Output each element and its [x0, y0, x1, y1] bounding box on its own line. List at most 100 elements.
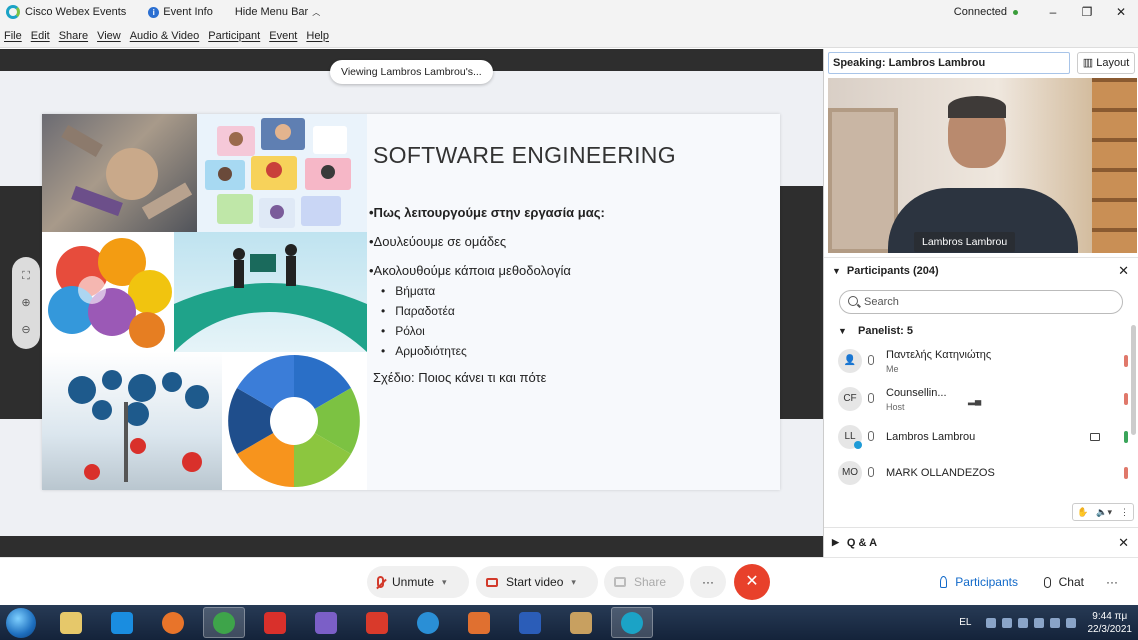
system-tray: EL 9:44 πμ 22/3/2021 — [959, 605, 1138, 640]
speaker-dropdown-icon[interactable]: 🔈▾ — [1096, 507, 1112, 518]
participants-panel-header[interactable]: ▼ Participants (204) ✕ — [824, 257, 1138, 283]
close-participants-icon[interactable]: ✕ — [1118, 263, 1129, 279]
tray-icon[interactable] — [1001, 617, 1012, 628]
share-label: Share — [634, 575, 667, 589]
taskbar-app-button[interactable] — [254, 607, 296, 638]
tray-icon[interactable] — [1033, 617, 1044, 628]
leave-button[interactable]: ✕ — [734, 564, 770, 600]
start-button[interactable] — [6, 607, 36, 638]
participants-icon — [940, 576, 948, 588]
menu-edit[interactable]: Edit — [31, 30, 50, 42]
presentation-slide: SOFTWARE ENGINEERING •Πως λειτουργούμε σ… — [42, 114, 780, 490]
participant-row[interactable]: LL Lambros Lambrou — [838, 421, 1128, 455]
internet-explorer-icon — [111, 611, 133, 634]
volume-icon[interactable] — [1065, 617, 1076, 628]
stage-band-bottom — [0, 536, 823, 557]
taskbar-app-button[interactable] — [101, 607, 143, 638]
taskbar-app-button[interactable] — [305, 607, 347, 638]
layout-label: Layout — [1096, 57, 1130, 69]
participants-scrollbar[interactable] — [1131, 325, 1136, 435]
chevron-down-icon[interactable]: ▾ — [442, 566, 447, 598]
bullet-methodology: •Ακολουθούμε κάποια μεθοδολογία — [369, 263, 571, 278]
clock[interactable]: 9:44 πμ 22/3/2021 — [1088, 610, 1133, 636]
info-icon: i — [148, 6, 160, 18]
participants-count: Participants (204) — [846, 264, 939, 277]
taskbar-app-button[interactable] — [560, 607, 602, 638]
layout-button[interactable]: ▥ Layout — [1077, 52, 1135, 74]
chevron-down-icon: ▼ — [838, 326, 847, 336]
qa-panel-header[interactable]: ▶ Q & A ✕ — [824, 527, 1138, 557]
taskbar-app-button[interactable] — [509, 607, 551, 638]
taskbar-apps — [50, 607, 662, 638]
speaker-video-tile[interactable]: Lambros Lambrou — [828, 78, 1137, 253]
raise-hand-icon[interactable]: ✋ — [1077, 507, 1088, 518]
presenter-badge-icon — [854, 441, 862, 449]
search-icon — [848, 296, 858, 306]
menu-share[interactable]: Share — [59, 30, 88, 42]
restore-button[interactable]: ❐ — [1070, 5, 1104, 19]
taskbar-app-button[interactable] — [50, 607, 92, 638]
chevron-down-icon[interactable]: ▾ — [571, 566, 576, 598]
menu-participant[interactable]: Participant — [208, 30, 260, 42]
speaking-indicator: Speaking: Lambros Lambrou — [828, 52, 1070, 74]
hide-menu-bar-button[interactable]: Hide Menu Bar ︿ — [235, 6, 320, 18]
tray-icon[interactable] — [985, 617, 996, 628]
signal-bars-icon: ▂▄ — [968, 395, 982, 405]
network-icon[interactable] — [1049, 617, 1060, 628]
mp3-player-icon — [264, 611, 286, 634]
sub-bullet-responsibilities: Αρμοδιότητες — [381, 345, 605, 357]
taskbar-app-button[interactable] — [203, 607, 245, 638]
chat-button[interactable]: Chat — [1034, 566, 1094, 598]
viewing-indicator[interactable]: Viewing Lambros Lambrou's... — [330, 60, 493, 84]
language-indicator[interactable]: EL — [959, 617, 971, 628]
taskbar-app-button[interactable] — [356, 607, 398, 638]
gears-teamwork-image — [42, 352, 222, 490]
tray-icon[interactable] — [1017, 617, 1028, 628]
event-info-label: Event Info — [163, 6, 213, 18]
camera-off-icon — [486, 577, 498, 587]
camera-icon — [1090, 433, 1100, 441]
menu-audio-video[interactable]: Audio & Video — [130, 30, 200, 42]
taskbar-app-button[interactable] — [458, 607, 500, 638]
webex-window: Cisco Webex Events i Event Info Hide Men… — [0, 0, 1138, 640]
participants-button[interactable]: Participants — [930, 566, 1028, 598]
window-controls: Connected – ❐ ✕ — [954, 0, 1138, 24]
close-qa-icon[interactable]: ✕ — [1118, 535, 1129, 551]
close-window-button[interactable]: ✕ — [1104, 5, 1138, 19]
taskbar-app-button[interactable] — [611, 607, 653, 638]
zoom-in-icon[interactable]: ⊕ — [19, 296, 33, 310]
event-info-button[interactable]: i Event Info — [148, 6, 213, 18]
taskbar-app-button[interactable] — [407, 607, 449, 638]
start-video-button[interactable]: Start video ▾ — [476, 566, 598, 598]
clock-time: 9:44 πμ — [1092, 610, 1128, 622]
background-bookshelf — [1092, 78, 1137, 253]
share-screen-icon — [614, 577, 626, 587]
share-button[interactable]: Share — [604, 566, 684, 598]
more-options-icon[interactable]: ⋮ — [1120, 507, 1129, 518]
participant-row[interactable]: MO MARK OLLANDEZOS — [838, 457, 1128, 491]
participant-row[interactable]: 👤 Παντελής Κατηνιώτης Me — [838, 345, 1128, 379]
menu-file[interactable]: File — [4, 30, 22, 42]
methodology-wheel-image — [222, 352, 367, 490]
menu-event[interactable]: Event — [269, 30, 297, 42]
powerpoint-icon — [468, 611, 490, 634]
unmute-button[interactable]: Unmute ▾ — [367, 566, 469, 598]
menu-view[interactable]: View — [97, 30, 121, 42]
download-icon — [366, 611, 388, 634]
participant-search-input[interactable]: Search — [839, 290, 1123, 314]
zoom-out-icon[interactable]: ⊖ — [19, 323, 33, 337]
menu-help[interactable]: Help — [306, 30, 329, 42]
panelist-group-header[interactable]: ▼ Panelist: 5 — [838, 325, 913, 337]
minimize-button[interactable]: – — [1036, 5, 1070, 19]
connected-dot-icon — [1013, 9, 1018, 15]
taskbar-app-button[interactable] — [152, 607, 194, 638]
panel-more-button[interactable]: ··· — [1100, 566, 1124, 598]
bullet-how-we-work: •Πως λειτουργούμε στην εργασία μας: — [369, 205, 605, 220]
fit-view-icon[interactable]: ⛶ — [19, 269, 33, 283]
bridge-handshake-image — [174, 232, 367, 352]
menu-bar: File Edit Share View Audio & Video Parti… — [0, 24, 1138, 48]
more-options-button[interactable]: ··· — [690, 566, 726, 598]
participant-row[interactable]: CF Counsellin... Host ▂▄ — [838, 383, 1128, 417]
speaker-name-label: Lambros Lambrou — [914, 232, 1016, 252]
muted-status-icon — [1124, 467, 1128, 479]
